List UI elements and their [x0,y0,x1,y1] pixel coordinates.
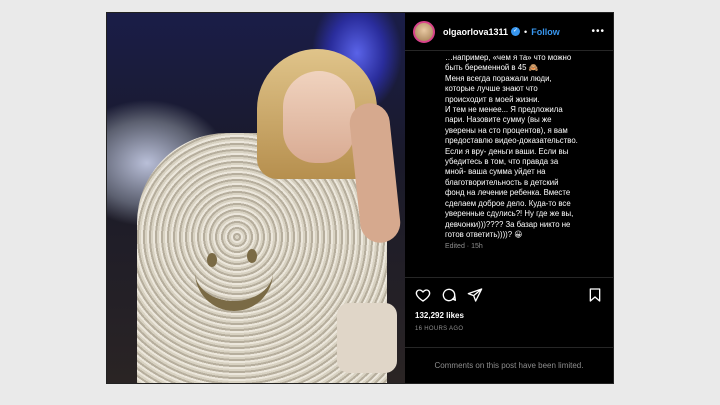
caption-text: …например, «чем я та» что можно быть бер… [445,53,578,239]
smiley-eye-left [207,253,217,267]
comment-icon[interactable] [441,287,457,303]
likes-count[interactable]: 132,292 likes [405,311,613,320]
post-time: 16 HOURS AGO [415,326,464,332]
share-icon[interactable] [467,287,483,303]
action-bar [405,277,613,311]
face [283,71,355,163]
post-sidebar: olgaorlova1311 ✓ • Follow ••• …например,… [405,13,613,383]
verified-badge-icon: ✓ [511,27,521,36]
more-options-icon[interactable]: ••• [591,26,605,37]
comments-limited-notice: Comments on this post have been limited. [405,347,613,383]
edited-timestamp: Edited · 15h [445,243,483,251]
caption: …например, «чем я та» что можно быть бер… [405,51,613,277]
handbag [337,303,397,373]
follow-button[interactable]: Follow [531,27,560,37]
username[interactable]: olgaorlova1311 [443,27,508,37]
smiley-eye-right [247,249,257,263]
bookmark-icon[interactable] [587,287,603,303]
instagram-post: olgaorlova1311 ✓ • Follow ••• …например,… [106,12,614,384]
avatar[interactable] [413,20,435,43]
heart-icon[interactable] [415,287,431,303]
separator-dot: • [524,26,528,37]
post-photo[interactable] [107,13,405,383]
post-header: olgaorlova1311 ✓ • Follow ••• [405,13,613,51]
